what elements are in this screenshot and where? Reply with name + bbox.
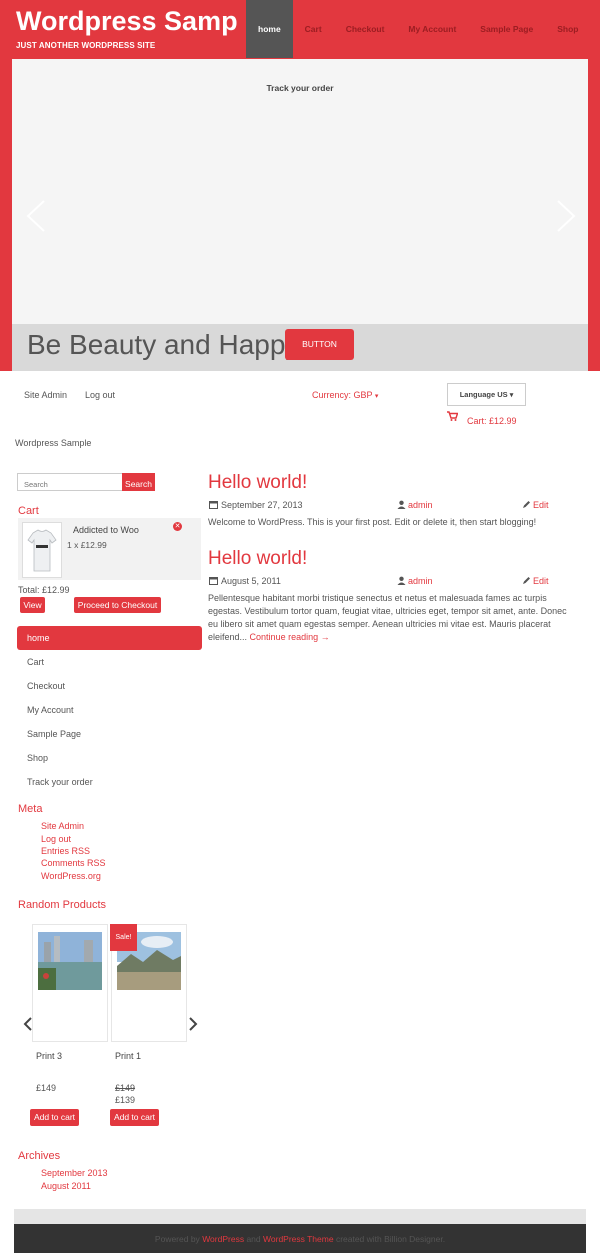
cart-widget-total: Total: £12.99 [18,585,70,595]
caret-down-icon: ▾ [374,393,379,400]
post-edit-link[interactable]: Edit [533,500,549,510]
language-dropdown[interactable]: Language US ▾ [447,383,526,406]
view-cart-button[interactable]: View [20,597,45,613]
post-edit-link[interactable]: Edit [533,576,549,586]
footer-powered-by: Powered by [154,1234,200,1244]
cart-item-thumbnail[interactable] [22,522,62,578]
sidebar-item-sample-page[interactable]: Sample Page [17,722,202,746]
post-author-link[interactable]: admin [408,576,433,586]
language-label: Language US [459,390,508,399]
cart-item-quantity: 1 x £12.99 [67,540,107,550]
add-to-cart-button[interactable]: Add to cart [30,1109,79,1126]
sidebar-item-my-account[interactable]: My Account [17,698,202,722]
slider-next-icon[interactable] [554,199,578,233]
sidebar-item-home[interactable]: home [17,626,202,650]
sidebar-item-cart[interactable]: Cart [17,650,202,674]
meta-link-comments-rss[interactable]: Comments RSS [41,858,106,868]
search-button[interactable]: Search [122,473,155,491]
remove-item-icon[interactable]: ✕ [173,522,182,531]
caret-down-icon: ▾ [509,392,514,399]
footer-theme-link[interactable]: WordPress Theme [263,1234,334,1244]
post-title[interactable]: Hello world! [208,548,307,570]
carousel-prev-icon[interactable] [23,1017,33,1033]
user-icon [397,500,406,511]
footer-and: and [246,1234,261,1244]
topnav-home[interactable]: home [246,0,293,58]
footer-divider [14,1209,586,1224]
breadcrumb[interactable]: Wordpress Sample [15,438,91,448]
topnav-sample-page[interactable]: Sample Page [468,0,545,58]
sidebar-item-shop[interactable]: Shop [17,746,202,770]
post-excerpt-container: Pellentesque habitant morbi tristique se… [208,592,572,644]
meta-link-wordpress-org[interactable]: WordPress.org [41,871,101,881]
continue-reading-link[interactable]: Continue reading → [250,632,330,642]
hero-slider: Track your order Be Beauty and Happy BUT… [12,59,588,371]
footer-credits: Powered by WordPress and WordPress Theme… [14,1234,586,1244]
cart-item-name[interactable]: Addicted to Woo [73,525,139,535]
shopping-cart-icon[interactable] [447,411,459,423]
sale-badge: Sale! [110,924,137,951]
currency-label: Currency: GBP [312,390,373,400]
product-card[interactable] [32,924,108,1042]
post-author-link[interactable]: admin [408,500,433,510]
slider-prev-icon[interactable] [24,199,48,233]
pencil-icon [522,576,531,587]
post-date: August 5, 2011 [221,576,281,586]
sidebar-item-checkout[interactable]: Checkout [17,674,202,698]
proceed-to-checkout-button[interactable]: Proceed to Checkout [74,597,161,613]
product-name[interactable]: Print 1 [115,1051,141,1061]
topnav-my-account[interactable]: My Account [396,0,468,58]
topnav-shop[interactable]: Shop [545,0,590,58]
slide-title: Track your order [266,83,334,93]
product-price: £149 [36,1083,57,1093]
random-products-title: Random Products [18,899,107,911]
log-out-link[interactable]: Log out [85,390,115,400]
topnav-cart[interactable]: Cart [293,0,334,58]
meta-link-log-out[interactable]: Log out [41,834,71,844]
post-title[interactable]: Hello world! [208,472,307,494]
slide-caption: Be Beauty and Happy [27,329,300,360]
sidebar-item-track-order[interactable]: Track your order [17,770,202,794]
archive-link-september-2013[interactable]: September 2013 [41,1168,108,1178]
pencil-icon [522,500,531,511]
meta-widget-title: Meta [18,803,43,815]
product-sale-price: £139 [115,1095,136,1105]
meta-link-entries-rss[interactable]: Entries RSS [41,846,90,856]
header-cart-total[interactable]: Cart: £12.99 [467,416,517,426]
calendar-icon [209,500,218,511]
archives-title: Archives [18,1150,61,1162]
product-image[interactable] [38,932,102,990]
topnav-checkout[interactable]: Checkout [334,0,397,58]
carousel-next-icon[interactable] [188,1017,198,1033]
footer-wordpress-link[interactable]: WordPress [202,1234,244,1244]
calendar-icon [209,576,218,587]
site-title[interactable]: Wordpress Samp [16,6,246,37]
site-admin-link[interactable]: Site Admin [24,390,67,400]
cart-widget-title: Cart [18,505,39,517]
post-date: September 27, 2013 [221,500,303,510]
footer-created: created with Billion Designer. [335,1234,446,1244]
sidebar-navigation: home Cart Checkout My Account Sample Pag… [17,626,202,794]
meta-link-site-admin[interactable]: Site Admin [41,821,84,831]
site-tagline: JUST ANOTHER WORDPRESS SITE [16,41,156,50]
search-input[interactable] [17,473,123,491]
post-excerpt: Welcome to WordPress. This is your first… [208,517,537,527]
slide-cta-button[interactable]: BUTTON [285,329,354,360]
product-original-price: £149 [115,1083,136,1093]
currency-dropdown[interactable]: Currency: GBP ▾ [312,390,378,400]
user-icon [397,576,406,587]
product-name[interactable]: Print 3 [36,1051,62,1061]
archive-link-august-2011[interactable]: August 2011 [41,1181,91,1191]
top-navigation: home Cart Checkout My Account Sample Pag… [246,0,590,58]
add-to-cart-button[interactable]: Add to cart [110,1109,159,1126]
